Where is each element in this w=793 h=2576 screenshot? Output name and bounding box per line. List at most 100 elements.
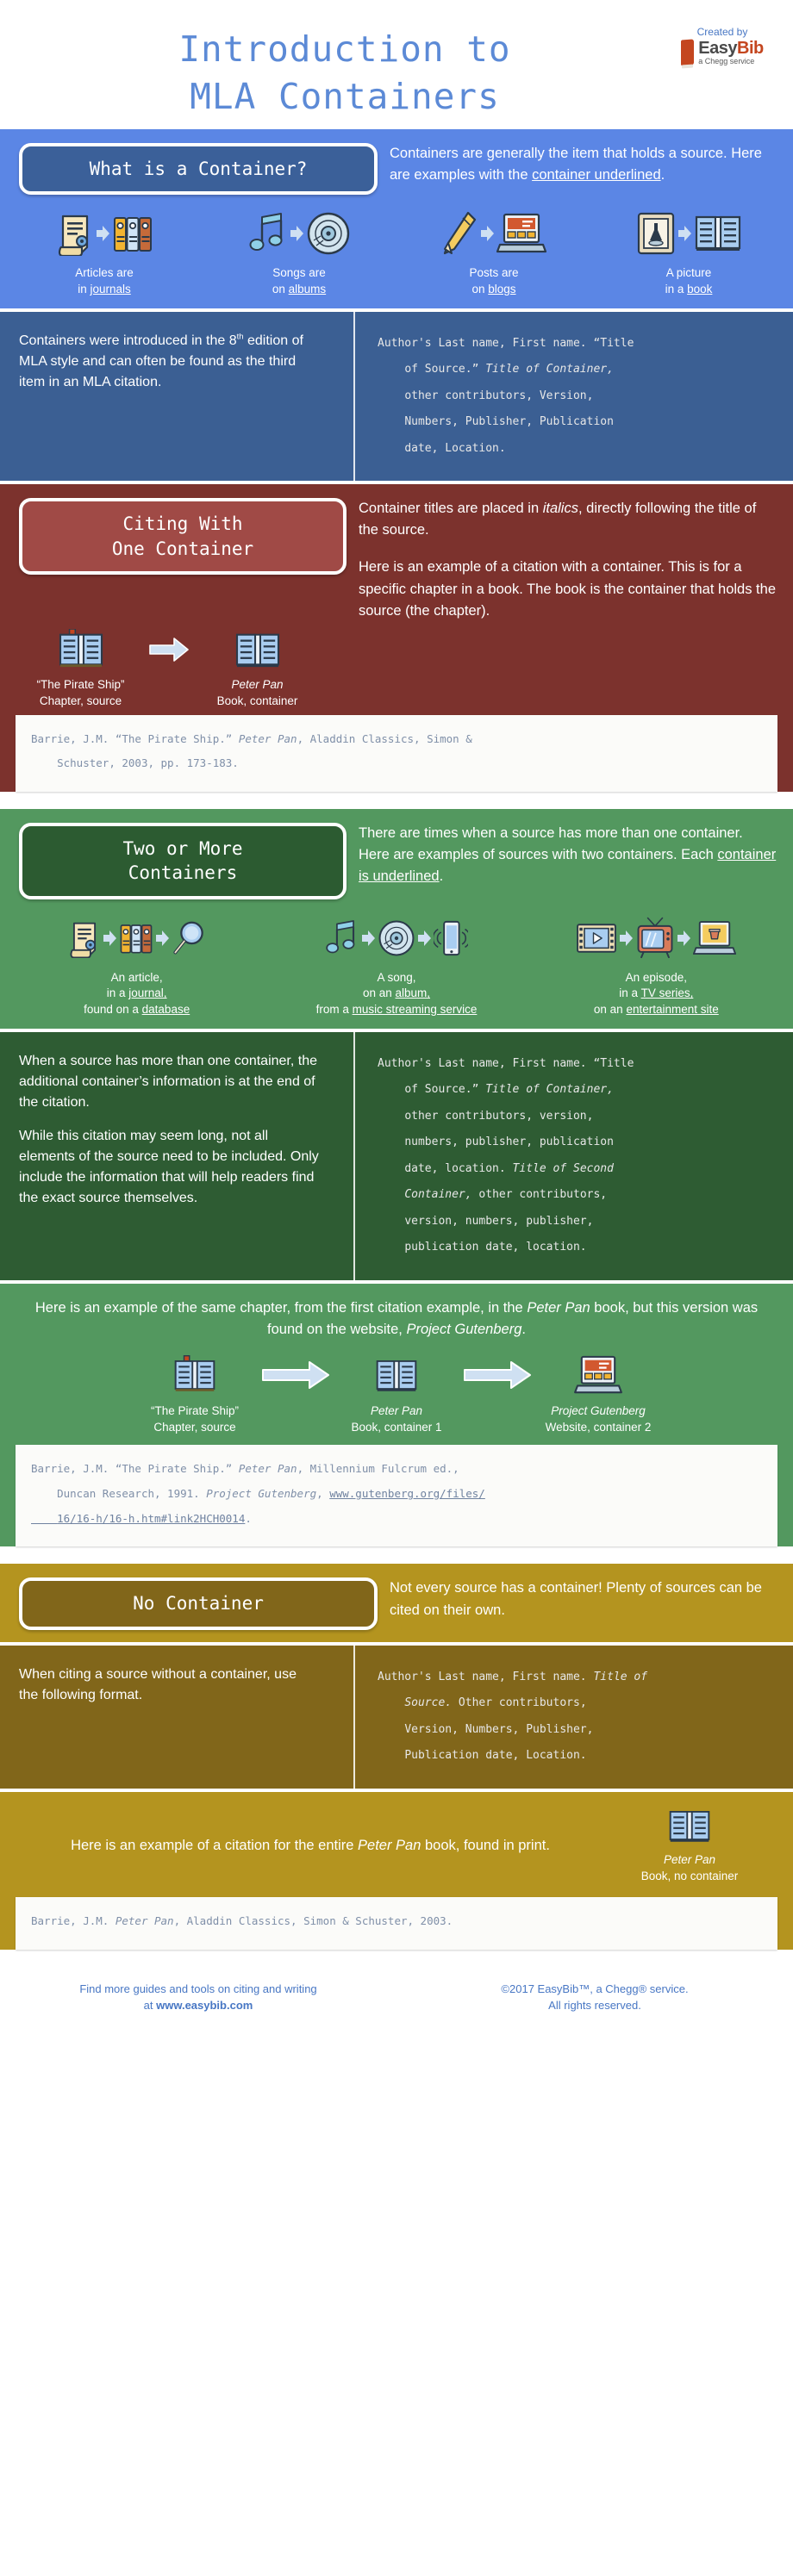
no-container-intro: Not every source has a container! Plenty… xyxy=(390,1580,762,1618)
two-intro-b: . xyxy=(439,868,444,885)
cap-line-3-u: entertainment site xyxy=(626,1002,719,1016)
example-song-caption: Songs are on albums xyxy=(202,265,396,297)
cite-post: , xyxy=(316,1486,330,1500)
what-intro-underlined: container underlined xyxy=(532,167,661,184)
flow-item-book: Peter Pan Book, container 1 xyxy=(332,1350,461,1436)
book-logo-icon xyxy=(681,39,695,66)
flow-caption-website: Project Gutenberg Website, container 2 xyxy=(534,1403,663,1436)
books-row-icon xyxy=(120,924,152,954)
no-container-example-text: Here is an example of a citation for the… xyxy=(17,1835,603,1857)
no-container-format: Author's Last name, First name. Title of… xyxy=(378,1670,648,1763)
flow-caption-title: Peter Pan xyxy=(370,1404,423,1418)
books-row-icon xyxy=(113,217,152,252)
gut-head-a: Here is an example of the same chapter, … xyxy=(34,1299,528,1316)
flow-item-website: Project Gutenberg Website, container 2 xyxy=(534,1350,663,1436)
caption-line-1: Articles are xyxy=(75,266,134,280)
gut-head-c: . xyxy=(521,1321,526,1337)
magnifier-icon xyxy=(173,921,203,955)
flow-caption-role: Website, container 2 xyxy=(545,1421,652,1434)
gold-example-b: book, found in print. xyxy=(421,1837,550,1853)
cap-line-3-u: music streaming service xyxy=(352,1002,478,1016)
caption-line-2-underlined: blogs xyxy=(488,282,516,296)
section-two-format: When a source has more than one containe… xyxy=(0,1031,793,1280)
title-line-1: Introduction to xyxy=(178,28,511,70)
cap-line-2-pre: in a xyxy=(106,986,129,1000)
created-by-block: Created by EasyBib a Chegg service xyxy=(671,26,774,66)
what-examples-strip: Articles are in journals Songs are on al… xyxy=(0,195,793,308)
caption-line-2-underlined: albums xyxy=(288,282,327,296)
caption-song-streaming: A song, on an album, from a music stream… xyxy=(266,970,526,1018)
one-container-text-1: Container titles are placed in italics, … xyxy=(359,498,777,541)
footer-website-link[interactable]: www.easybib.com xyxy=(156,1999,253,2012)
section-gutenberg-example: Here is an example of the same chapter, … xyxy=(0,1283,793,1547)
caption-line-2-underlined: journals xyxy=(90,282,131,296)
laptop-icon xyxy=(574,1356,622,1394)
cite-italic-2: Project Gutenberg xyxy=(206,1486,317,1500)
cite-pre: Barrie, J.M. “The Pirate Ship.” xyxy=(31,1462,239,1476)
framed-picture-icon xyxy=(637,213,674,255)
header: Introduction to MLA Containers Created b… xyxy=(0,0,793,129)
caption-line-1: Songs are xyxy=(272,266,326,280)
two-citation-format: Author's Last name, First name. “Title o… xyxy=(378,1056,634,1254)
arrow-right-icon xyxy=(361,930,375,946)
what-citation-format: Author's Last name, First name. “Title o… xyxy=(378,336,634,455)
footer-left-line-1: Find more guides and tools on citing and… xyxy=(79,1982,317,1995)
cap-line-3-pre: on an xyxy=(593,1002,627,1016)
example-picture: A picture in a book xyxy=(591,205,786,297)
arrow-right-icon xyxy=(155,930,169,946)
cite-pre: Barrie, J.M. xyxy=(31,1913,116,1927)
cap-line-3-u: database xyxy=(141,1002,190,1016)
music-notes-icon xyxy=(326,919,355,954)
flow-item-book: Peter Pan Book, container xyxy=(199,625,315,710)
cap-line-2-u: album, xyxy=(395,986,431,1000)
cap-line-1-pre: An episode, xyxy=(625,970,687,984)
gut-head-italic-1: Peter Pan xyxy=(527,1299,590,1316)
film-strip-icon xyxy=(577,923,617,953)
logo-easy-text: Easy xyxy=(698,39,737,58)
caption-episode-site: An episode, in a TV series, on an entert… xyxy=(527,970,786,1018)
no-container-citation: Barrie, J.M. Peter Pan, Aladdin Classics… xyxy=(16,1896,777,1950)
badge-two-or-more-containers: Two or More Containers xyxy=(19,823,347,899)
cap-line-1-pre: A song, xyxy=(377,970,416,984)
flow-caption-title: Project Gutenberg xyxy=(551,1404,646,1418)
flow-caption-role: Book, container 1 xyxy=(351,1421,442,1434)
vinyl-disc-icon xyxy=(378,920,415,956)
no-container-body: When citing a source without a container… xyxy=(19,1666,297,1702)
arrow-right-large-icon xyxy=(149,637,189,662)
open-book-icon xyxy=(235,633,279,667)
what-intro-text: Containers are generally the item that h… xyxy=(390,143,777,186)
two-body-p1: When a source has more than one containe… xyxy=(19,1053,317,1110)
caption-line-2-underlined: book xyxy=(687,282,713,296)
footer-copyright: ©2017 EasyBib™, a Chegg® service. xyxy=(501,1982,689,1995)
vinyl-disc-icon xyxy=(307,213,349,255)
television-icon xyxy=(637,917,673,958)
section-no-container-format: When citing a source without a container… xyxy=(0,1645,793,1789)
article-scroll-icon xyxy=(70,922,96,958)
open-book-bookmark-icon xyxy=(59,628,103,667)
flow-caption-role: Chapter, source xyxy=(39,694,122,707)
gut-head-italic-2: Project Gutenberg xyxy=(406,1321,522,1337)
open-book-icon xyxy=(376,1360,417,1392)
footer: Find more guides and tools on citing and… xyxy=(0,1963,793,2037)
cite-italic-1: Peter Pan xyxy=(238,1462,297,1476)
gold-example-a: Here is an example of a citation for the… xyxy=(71,1837,359,1853)
badge-line-1: Two or More xyxy=(122,838,243,859)
flow-caption-chapter: “The Pirate Ship” Chapter, source xyxy=(130,1403,259,1436)
flow-item-chapter: “The Pirate Ship” Chapter, source xyxy=(130,1350,259,1436)
one-container-flow: “The Pirate Ship” Chapter, source Peter … xyxy=(0,622,793,710)
arrow-right-icon xyxy=(677,930,691,946)
flow-caption-title: Peter Pan xyxy=(231,677,284,691)
laptop-video-icon xyxy=(693,920,737,955)
infographic-page: Introduction to MLA Containers Created b… xyxy=(0,0,793,2037)
cap-line-3-pre: found on a xyxy=(84,1002,142,1016)
example-article-database: An article, in a journal, found on a dat… xyxy=(7,910,266,1018)
arrow-right-icon xyxy=(96,226,109,242)
cap-line-2-pre: in a xyxy=(619,986,641,1000)
caption-line-2-pre: in a xyxy=(665,282,688,296)
two-body-p2: While this citation may seem long, not a… xyxy=(19,1128,319,1205)
footer-right: ©2017 EasyBib™, a Chegg® service. All ri… xyxy=(396,1981,793,2014)
cap-line-3-pre: from a xyxy=(315,1002,353,1016)
example-picture-caption: A picture in a book xyxy=(591,265,786,297)
what-intro-b: . xyxy=(660,167,665,184)
caption-line-2-pre: on xyxy=(471,282,489,296)
